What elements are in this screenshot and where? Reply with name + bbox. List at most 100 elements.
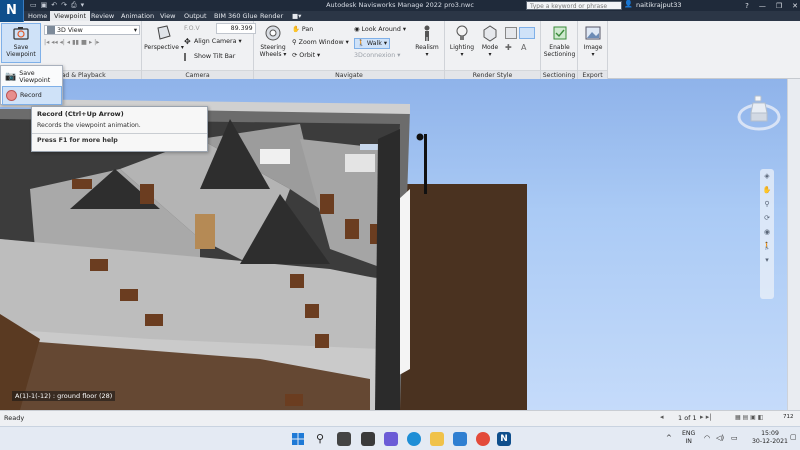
navigation-bar[interactable]: ◈ ✋ ⚲ ⟳ ◉ 🚶 ▾: [760, 169, 774, 299]
notification-icon[interactable]: ▢: [790, 433, 797, 441]
tab-bim360[interactable]: BIM 360 Glue: [210, 11, 262, 21]
surfaces-icon[interactable]: [505, 27, 517, 39]
tab-render[interactable]: Render: [256, 11, 287, 21]
record-menu-item[interactable]: Record: [2, 86, 62, 105]
battery-icon[interactable]: ▭: [731, 434, 738, 442]
qat-dropdown-icon[interactable]: ▾: [81, 1, 85, 10]
realism-button[interactable]: Realism ▾: [412, 24, 442, 58]
show-tilt-bar-button[interactable]: Show Tilt Bar: [184, 52, 235, 61]
walk-button[interactable]: 🚶 Walk ▾: [354, 38, 391, 49]
rewind-icon[interactable]: ◂◂: [51, 38, 57, 47]
first-frame-icon[interactable]: |◂: [44, 38, 49, 47]
video-icon[interactable]: ■▾: [288, 11, 305, 21]
text-icon[interactable]: A: [521, 43, 526, 52]
navisworks-taskbar-icon[interactable]: N: [497, 432, 511, 446]
task-view-icon[interactable]: [337, 432, 351, 446]
tab-review[interactable]: Review: [87, 11, 118, 21]
panel-title-render-style: Render Style: [445, 70, 540, 79]
orbit-button[interactable]: ⟳ Orbit ▾: [292, 51, 320, 60]
fov-value[interactable]: 89.399: [215, 23, 256, 34]
first-page-icon[interactable]: ◂: [660, 413, 664, 421]
steering-wheels-button[interactable]: Steering Wheels ▾: [257, 24, 289, 58]
clock-time: 15:09: [761, 430, 779, 437]
mode-button[interactable]: Mode ▾: [477, 24, 503, 58]
print-icon[interactable]: ⎙: [71, 1, 77, 10]
save-icon[interactable]: ▣: [41, 1, 48, 10]
tooltip-title: Record (Ctrl+Up Arrow): [37, 110, 124, 118]
restore-button[interactable]: ❐: [776, 2, 782, 10]
close-button[interactable]: ✕: [792, 2, 798, 10]
panel-title-navigate: Navigate: [254, 70, 444, 79]
tab-animation[interactable]: Animation: [117, 11, 158, 21]
next-page-icon[interactable]: ▸ ▸|: [700, 413, 712, 421]
walk-label: Walk: [366, 40, 382, 47]
lighting-button[interactable]: Lighting ▾: [447, 24, 477, 58]
tray-chevron-icon[interactable]: ^: [666, 434, 672, 442]
fov-field[interactable]: F.O.V 89.399: [184, 23, 256, 34]
file-explorer-icon[interactable]: [430, 432, 444, 446]
prev-frame-icon[interactable]: ◂|: [60, 38, 65, 47]
steering-label-1: Steering: [260, 44, 286, 51]
app-menu-button[interactable]: N: [0, 0, 24, 22]
search-icon[interactable]: ⚲: [313, 432, 327, 446]
search-input[interactable]: Type a keyword or phrase: [526, 1, 622, 10]
next-frame-icon[interactable]: |▸: [94, 38, 99, 47]
language-indicator[interactable]: ENG IN: [682, 430, 695, 446]
perspective-button[interactable]: Perspective ▾: [144, 24, 184, 51]
chevron-down-icon: ▾: [133, 26, 137, 34]
look-around-label: Look Around: [361, 26, 401, 33]
points-icon[interactable]: ✚: [505, 43, 512, 52]
redo-icon[interactable]: ↷: [61, 1, 67, 10]
clock[interactable]: 15:09 30-12-2021: [752, 430, 788, 446]
tab-home[interactable]: Home: [24, 11, 51, 21]
mode-label: Mode: [481, 44, 499, 51]
chrome-icon[interactable]: [476, 432, 490, 446]
vertical-scrollbar[interactable]: [787, 79, 800, 410]
look-around-button[interactable]: ◉ Look Around ▾: [354, 25, 406, 34]
teams-icon[interactable]: [384, 432, 398, 446]
edge-icon[interactable]: [407, 432, 421, 446]
perspective-icon: [157, 25, 171, 40]
image-export-button[interactable]: Image ▾: [580, 24, 606, 58]
help-icon[interactable]: ?: [745, 2, 749, 10]
person-icon: [424, 25, 430, 41]
zoom-window-label: Zoom Window: [298, 39, 344, 46]
user-icon: 👤: [624, 0, 633, 8]
play-back-icon[interactable]: ◂: [67, 38, 70, 47]
realism-label: Realism: [415, 44, 439, 51]
align-camera-button[interactable]: ✥ Align Camera ▾: [184, 37, 242, 46]
tab-output[interactable]: Output: [180, 11, 211, 21]
view-select[interactable]: 3D View ▾: [44, 25, 140, 35]
save-viewpoint-menu-item[interactable]: 📷 Save Viewpoint: [2, 67, 62, 86]
tab-view[interactable]: View: [156, 11, 179, 21]
stop-icon[interactable]: ■: [81, 38, 87, 47]
save-viewpoint-button[interactable]: Save Viewpoint: [1, 23, 41, 63]
title-bar: N ▭ ▣ ↶ ↷ ⎙ ▾ Autodesk Navisworks Manage…: [0, 0, 800, 22]
pause-icon[interactable]: ▮▮: [72, 38, 79, 47]
widgets-icon[interactable]: [361, 432, 375, 446]
open-icon[interactable]: ▭: [30, 1, 37, 10]
start-icon[interactable]: [291, 432, 305, 446]
minimize-button[interactable]: —: [759, 2, 766, 10]
volume-icon[interactable]: ◁): [716, 434, 724, 442]
lines-icon[interactable]: [519, 27, 535, 39]
play-icon[interactable]: ▸: [89, 38, 92, 47]
username-label[interactable]: naitikrajput33: [636, 1, 682, 10]
language-code: ENG: [682, 430, 696, 437]
undo-icon[interactable]: ↶: [51, 1, 57, 10]
tab-viewpoint[interactable]: Viewpoint: [50, 11, 91, 21]
nav-tools-icons: ◈ ✋ ⚲ ⟳ ◉ 🚶 ▾: [762, 172, 772, 264]
save-viewpoint-label-2: Viewpoint: [6, 51, 36, 58]
perspective-label: Perspective: [144, 44, 179, 51]
3dconnexion-button[interactable]: 3Dconnexion ▾: [354, 51, 400, 60]
tooltip-divider: [32, 133, 207, 134]
wifi-icon[interactable]: ◠: [704, 434, 710, 442]
tooltip-description: Records the viewpoint animation.: [37, 122, 141, 129]
pan-button[interactable]: ✋ Pan: [292, 25, 313, 34]
enable-sectioning-button[interactable]: Enable Sectioning: [542, 24, 577, 58]
zoom-window-button[interactable]: ⚲ Zoom Window ▾: [292, 38, 349, 47]
status-tool-icons[interactable]: ▦ ▤ ▣ ◧: [735, 414, 763, 421]
mail-icon[interactable]: [453, 432, 467, 446]
lighting-label: Lighting: [449, 44, 475, 51]
viewcube[interactable]: [737, 91, 781, 135]
